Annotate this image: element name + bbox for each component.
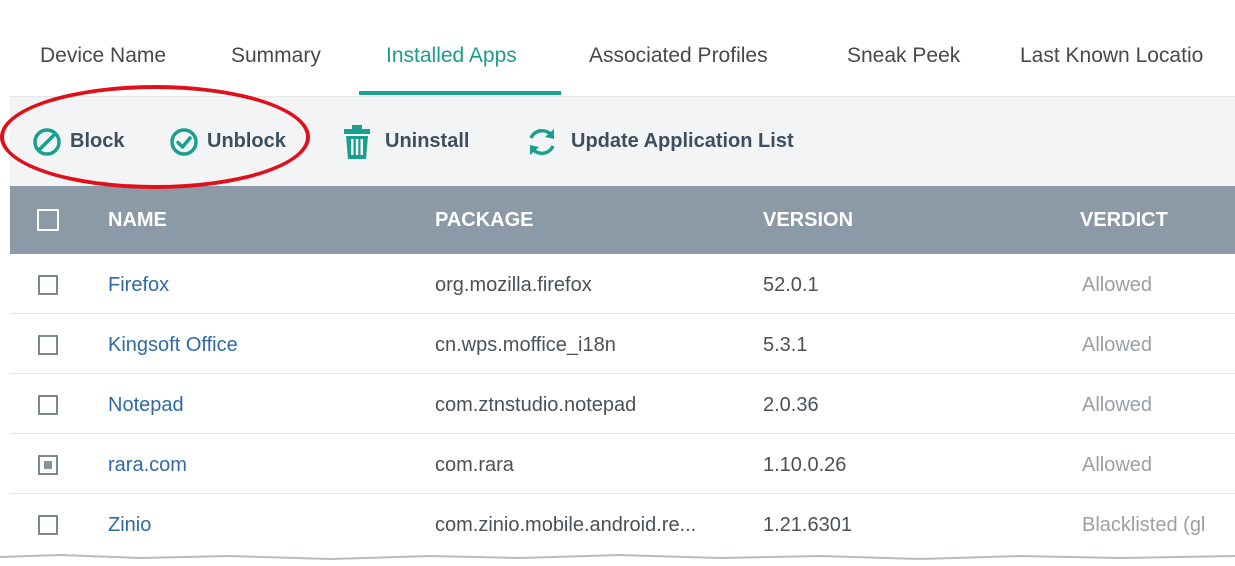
table-row: Firefox org.mozilla.firefox 52.0.1 Allow… [10,254,1235,314]
app-verdict: Allowed [1082,274,1153,296]
row-checkbox[interactable] [38,515,58,535]
app-verdict: Allowed [1082,394,1153,416]
app-name-link[interactable]: Notepad [108,374,184,434]
unblock-label: Unblock [207,130,286,152]
tab-bar: Device Name Summary Installed Apps Assoc… [10,0,1235,97]
app-version: 2.0.36 [763,394,819,416]
trash-icon [343,124,371,160]
tab-summary[interactable]: Summary [231,0,321,97]
torn-edge [0,553,1235,566]
app-package: cn.wps.moffice_i18n [435,334,616,356]
update-application-list-button[interactable]: Update Application List [525,97,794,186]
app-package: com.zinio.mobile.android.re... [435,514,697,536]
update-application-list-label: Update Application List [571,130,794,152]
table-row: Kingsoft Office cn.wps.moffice_i18n 5.3.… [10,314,1235,374]
select-all-checkbox[interactable] [37,209,59,231]
app-package: com.rara [435,454,514,476]
check-circle-icon [169,127,199,157]
row-checkbox[interactable] [38,395,58,415]
app-verdict: Allowed [1082,454,1153,476]
app-verdict: Allowed [1082,334,1153,356]
unblock-button[interactable]: Unblock [169,97,286,186]
tab-last-known-location[interactable]: Last Known Locatio [1020,0,1203,97]
app-name-link[interactable]: rara.com [108,434,187,494]
column-header-package[interactable]: PACKAGE [435,186,534,254]
table-header: NAME PACKAGE VERSION VERDICT [10,186,1235,254]
app-version: 1.10.0.26 [763,454,847,476]
table-row: rara.com com.rara 1.10.0.26 Allowed [10,434,1235,494]
tab-associated-profiles[interactable]: Associated Profiles [589,0,768,97]
active-tab-indicator [359,91,561,95]
block-label: Block [70,130,125,152]
app-version: 5.3.1 [763,334,808,356]
uninstall-button[interactable]: Uninstall [343,97,469,186]
app-verdict: Blacklisted (gl [1082,514,1206,536]
column-header-name[interactable]: NAME [108,186,167,254]
row-checkbox[interactable] [38,335,58,355]
device-details-panel: Device Name Summary Installed Apps Assoc… [10,0,1235,556]
app-name-link[interactable]: Firefox [108,254,169,314]
refresh-icon [525,125,559,159]
table-row: Zinio com.zinio.mobile.android.re... 1.2… [10,494,1235,554]
app-package: org.mozilla.firefox [435,274,592,296]
uninstall-label: Uninstall [385,130,470,152]
column-header-verdict[interactable]: VERDICT [1080,186,1168,254]
tab-sneak-peek[interactable]: Sneak Peek [847,0,960,97]
app-version: 52.0.1 [763,274,819,296]
app-name-link[interactable]: Zinio [108,494,151,554]
table-row: Notepad com.ztnstudio.notepad 2.0.36 All… [10,374,1235,434]
block-icon [32,127,62,157]
row-checkbox[interactable] [38,275,58,295]
apps-toolbar: Block Unblock Uninstall Update Applicati… [10,97,1235,186]
block-button[interactable]: Block [32,97,124,186]
row-checkbox[interactable] [38,455,58,475]
tab-installed-apps[interactable]: Installed Apps [386,0,517,97]
tab-device-name[interactable]: Device Name [40,0,166,97]
app-version: 1.21.6301 [763,514,852,536]
app-package: com.ztnstudio.notepad [435,394,637,416]
app-name-link[interactable]: Kingsoft Office [108,314,238,374]
column-header-version[interactable]: VERSION [763,186,853,254]
